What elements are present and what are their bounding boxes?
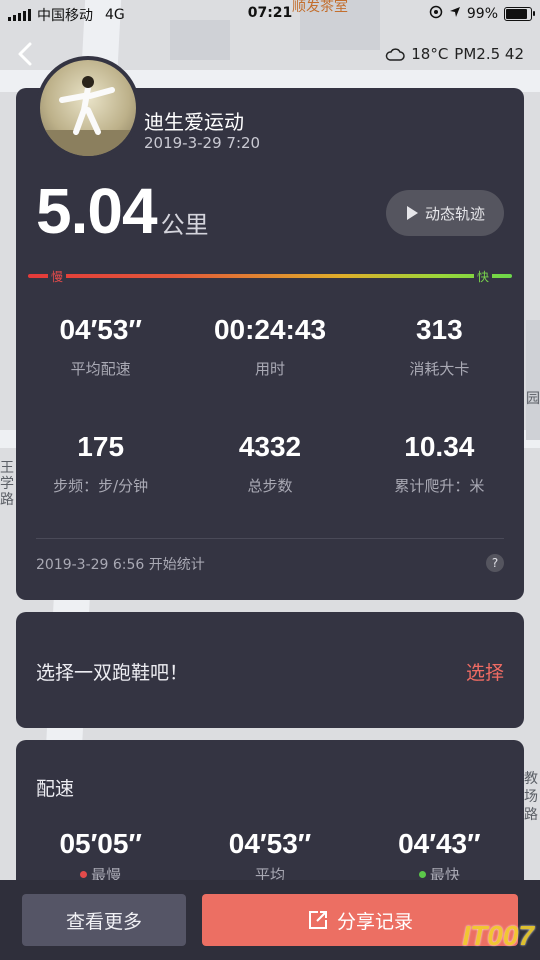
map-area-label: 园: [526, 391, 540, 407]
share-record-label: 分享记录: [336, 910, 413, 933]
distance-display: 5.04 公里: [36, 174, 209, 248]
chevron-left-icon: [18, 42, 32, 66]
stat-avg-pace: 04′53″ 平均配速: [16, 314, 185, 379]
pace-slowest: 05′05″ 最慢: [16, 828, 185, 885]
back-button[interactable]: [14, 40, 38, 68]
stat-label: 累计爬升：米: [394, 477, 485, 495]
shoe-select-card: 选择一双跑鞋吧！ 选择: [16, 612, 524, 728]
stat-duration: 00:24:43 用时: [185, 314, 354, 379]
stat-label: 平均配速: [70, 360, 131, 378]
stat-value: 175: [77, 431, 125, 462]
dynamic-track-button[interactable]: 动态轨迹: [386, 190, 504, 236]
speed-gradient: [28, 274, 512, 278]
stat-elevation: 10.34 累计爬升：米: [355, 431, 524, 496]
stat-label: 总步数: [247, 477, 293, 495]
stat-label: 步频：步/分钟: [53, 477, 149, 495]
map-road-label-right: 教场路: [524, 771, 538, 823]
dynamic-track-label: 动态轨迹: [424, 204, 485, 223]
distance-value: 5.04: [36, 175, 158, 247]
stat-calories: 313 消耗大卡: [355, 314, 524, 379]
status-bar: 中国移动 4G 07:21 99%: [0, 0, 540, 28]
play-icon: [406, 206, 418, 220]
view-more-label: 查看更多: [65, 910, 142, 933]
pace-value: 04′43″: [398, 828, 481, 859]
view-more-button[interactable]: 查看更多: [22, 894, 186, 946]
avatar-image: [40, 76, 136, 156]
user-name: 迪生爱运动: [144, 110, 244, 134]
stat-value: 04′53″: [59, 314, 142, 345]
stat-value: 00:24:43: [213, 314, 327, 345]
weather-pm25: PM2.5 42: [454, 45, 524, 63]
stat-value: 4332: [238, 431, 302, 462]
fast-label: 快: [473, 268, 492, 285]
signal-icon: [8, 9, 31, 21]
watermark-logo: IT007: [462, 920, 534, 951]
green-dot-icon: [418, 871, 426, 878]
battery-percent: 99%: [466, 6, 498, 22]
weather-info: 18°C PM2.5 42: [385, 45, 524, 63]
weather-temp: 18°C: [411, 45, 449, 63]
cloud-icon: [385, 48, 405, 61]
map-road-label: 王学路: [0, 460, 14, 508]
stat-cadence: 175 步频：步/分钟: [16, 431, 185, 496]
stat-value: 313: [415, 314, 463, 345]
pace-value: 05′05″: [59, 828, 142, 859]
stat-steps: 4332 总步数: [185, 431, 354, 496]
red-dot-icon: [80, 871, 88, 878]
stat-label: 用时: [254, 360, 285, 378]
pace-row: 05′05″ 最慢 04′53″ 平均 04′43″ 最快: [16, 828, 524, 885]
speed-gradient-bar: 慢 快: [28, 268, 512, 285]
stats-grid: 04′53″ 平均配速 00:24:43 用时 313 消耗大卡 175 步频：…: [16, 314, 524, 496]
slow-label: 慢: [48, 268, 67, 285]
start-stat-time: 2019-3-29 6:56 开始统计: [36, 557, 205, 573]
run-date: 2019-3-29 7:20: [144, 134, 261, 152]
pace-average: 04′53″ 平均: [185, 828, 354, 885]
network-type: 4G: [105, 7, 125, 23]
pace-fastest: 04′43″ 最快: [355, 828, 524, 885]
divider: [36, 538, 504, 539]
pace-title: 配速: [36, 778, 75, 800]
help-icon[interactable]: ?: [486, 554, 504, 572]
shoe-prompt: 选择一双跑鞋吧！: [36, 662, 189, 684]
bottom-action-bar: 查看更多 分享记录 IT007: [0, 880, 540, 960]
distance-unit: 公里: [160, 211, 209, 239]
avatar[interactable]: [36, 56, 140, 160]
carrier-name: 中国移动: [37, 8, 93, 24]
select-shoe-button[interactable]: 选择: [466, 658, 504, 685]
battery-icon: [504, 7, 535, 21]
stat-value: 10.34: [404, 431, 475, 462]
location-arrow-icon: [449, 6, 461, 22]
status-time: 07:21: [247, 5, 293, 21]
location-lock-icon: [429, 5, 443, 23]
stat-label: 消耗大卡: [409, 360, 470, 378]
run-summary-card: 迪生爱运动 2019-3-29 7:20 5.04 公里 动态轨迹 慢 快 04…: [16, 56, 524, 600]
pace-value: 04′53″: [228, 828, 312, 859]
share-icon: [308, 911, 327, 929]
